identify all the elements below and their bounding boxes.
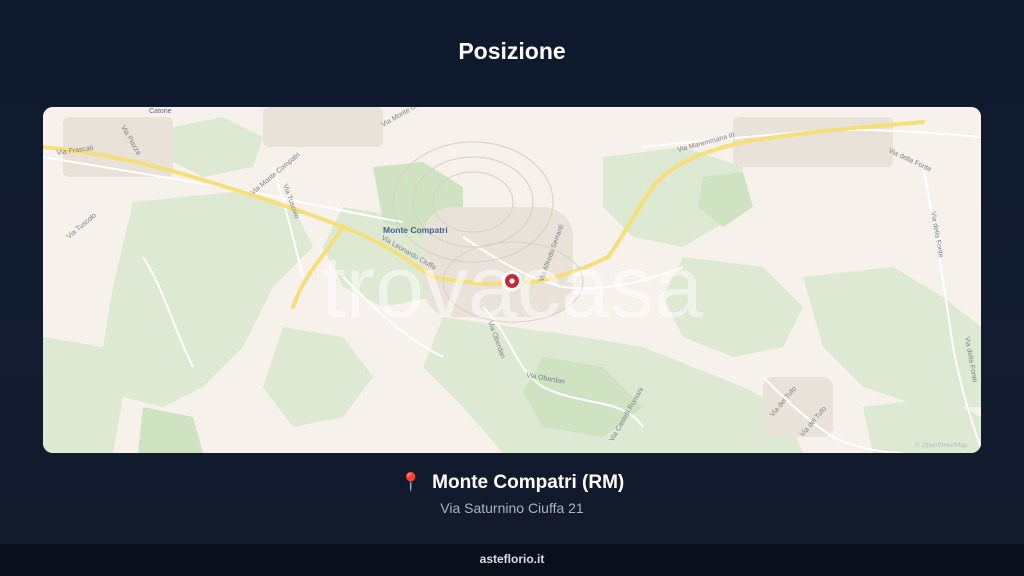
map-attribution: © OpenStreetMap [915, 441, 968, 449]
location-marker-icon[interactable] [502, 271, 522, 291]
map-view[interactable]: Catone Via Frascati Via Piazza Via Monte… [43, 107, 981, 453]
page-title: Posizione [458, 38, 566, 64]
location-name-row: 📍 Monte Compatri (RM) [0, 472, 1024, 494]
footer: asteflorio.it [0, 544, 1024, 576]
footer-site-link[interactable]: asteflorio.it [480, 552, 545, 566]
label-town: Monte Compatri [383, 225, 448, 235]
pin-icon: 📍 [399, 472, 423, 492]
location-address: Via Saturnino Ciuffa 21 [440, 500, 584, 516]
label-catone: Catone [149, 108, 172, 115]
location-name: Monte Compatri (RM) [432, 472, 625, 493]
map-canvas[interactable]: Catone Via Frascati Via Piazza Via Monte… [43, 107, 981, 453]
